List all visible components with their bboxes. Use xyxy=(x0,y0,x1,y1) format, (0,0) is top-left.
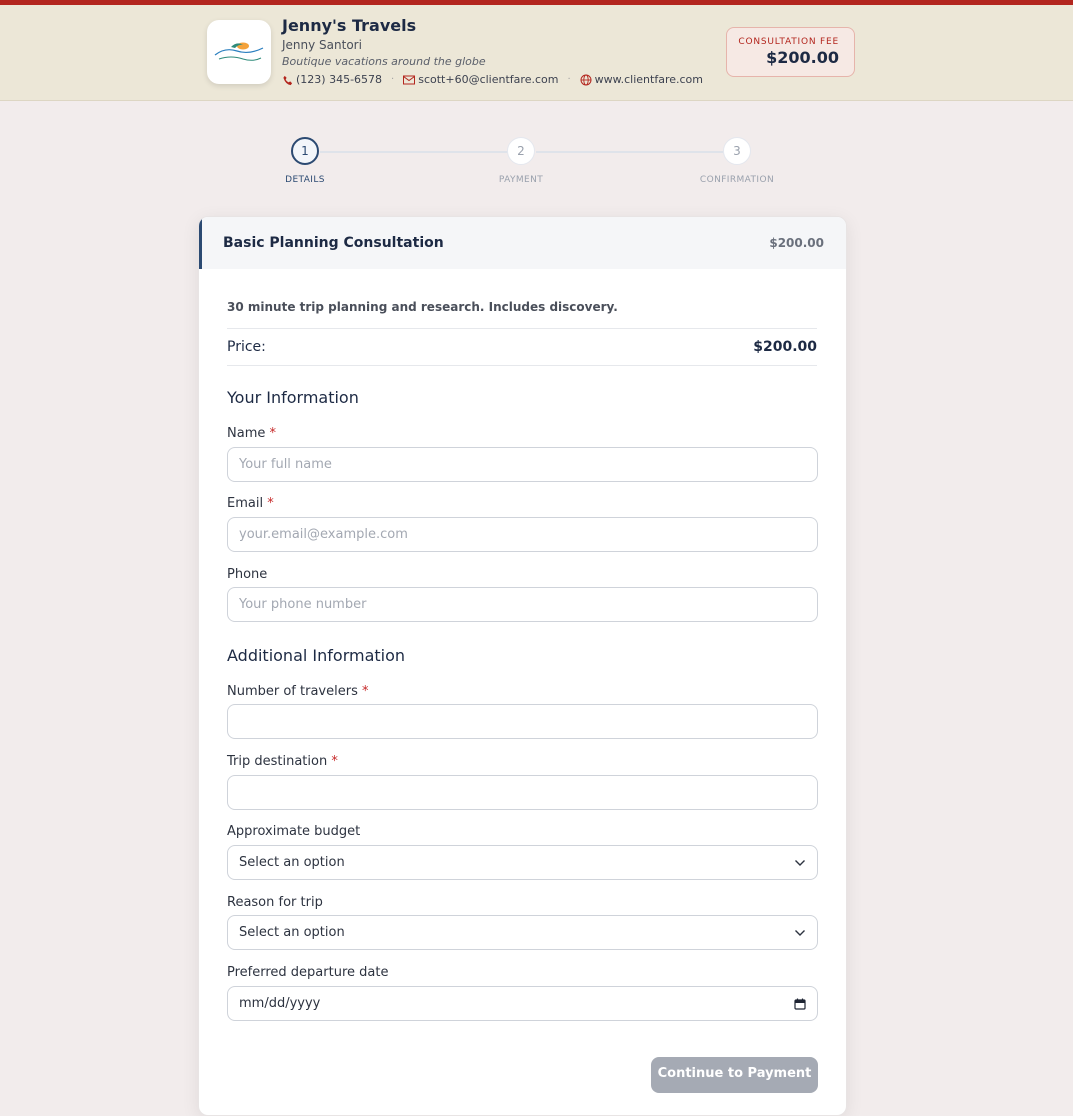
required-marker: * xyxy=(267,496,274,511)
email-input[interactable] xyxy=(227,517,818,552)
business-name: Jenny's Travels xyxy=(282,16,417,35)
step-number: 3 xyxy=(723,137,751,165)
step-label: CONFIRMATION xyxy=(699,175,775,185)
additional-information-heading: Additional Information xyxy=(227,646,406,665)
service-description: 30 minute trip planning and research. In… xyxy=(227,300,618,314)
budget-select[interactable]: Select an option xyxy=(227,845,818,880)
business-tagline: Boutique vacations around the globe xyxy=(282,55,486,68)
contact-row: (123) 345-6578 · scott+60@clientfare.com… xyxy=(282,73,703,87)
continue-to-payment-button[interactable]: Continue to Payment xyxy=(651,1057,818,1093)
reason-select[interactable]: Select an option xyxy=(227,915,818,950)
required-marker: * xyxy=(269,426,277,441)
budget-label: Approximate budget xyxy=(227,824,361,839)
destination-label: Trip destination * xyxy=(227,754,338,769)
chevron-down-icon xyxy=(795,859,805,866)
name-input[interactable] xyxy=(227,447,818,482)
travelers-label: Number of travelers * xyxy=(227,684,369,699)
step-details: 1 DETAILS xyxy=(255,137,355,185)
fee-value: $200.00 xyxy=(766,48,839,67)
step-confirmation: 3 CONFIRMATION xyxy=(687,137,787,185)
checkout-stepper: 1 DETAILS 2 PAYMENT 3 CONFIRMATION xyxy=(0,137,1073,197)
destination-input[interactable] xyxy=(227,775,818,810)
separator-dot: · xyxy=(567,74,571,85)
logo-graphic xyxy=(214,42,264,61)
calendar-icon[interactable] xyxy=(794,998,806,1010)
service-title: Basic Planning Consultation xyxy=(223,235,444,251)
business-logo xyxy=(207,20,271,84)
business-info: Jenny's Travels Jenny Santori Boutique v… xyxy=(282,16,703,87)
your-information-heading: Your Information xyxy=(227,388,359,407)
date-placeholder: mm/dd/yyyy xyxy=(239,996,321,1011)
email-label: Email * xyxy=(227,496,274,511)
phone-label: Phone xyxy=(227,567,268,582)
step-number: 1 xyxy=(291,137,319,165)
phone-contact[interactable]: (123) 345-6578 xyxy=(282,73,382,87)
website-text: www.clientfare.com xyxy=(594,73,703,86)
fee-label: CONSULTATION FEE xyxy=(738,37,839,47)
reason-select-value: Select an option xyxy=(239,925,345,940)
budget-select-value: Select an option xyxy=(239,855,345,870)
departure-date-input[interactable]: mm/dd/yyyy xyxy=(227,986,818,1021)
phone-icon xyxy=(283,75,293,85)
mail-icon xyxy=(403,75,416,85)
travelers-input[interactable] xyxy=(227,704,818,739)
business-owner: Jenny Santori xyxy=(282,38,362,52)
price-value: $200.00 xyxy=(753,339,817,355)
price-label: Price: xyxy=(227,339,266,355)
required-marker: * xyxy=(331,754,338,769)
booking-form-card: Basic Planning Consultation $200.00 30 m… xyxy=(198,216,847,1116)
step-number: 2 xyxy=(507,137,535,165)
separator-dot: · xyxy=(391,74,395,85)
step-payment: 2 PAYMENT xyxy=(471,137,571,185)
email-text: scott+60@clientfare.com xyxy=(418,73,559,86)
name-label: Name * xyxy=(227,426,277,441)
service-header: Basic Planning Consultation $200.00 xyxy=(199,217,846,269)
step-label: DETAILS xyxy=(285,175,325,185)
required-marker: * xyxy=(362,684,369,699)
step-label: PAYMENT xyxy=(498,175,544,185)
website-contact[interactable]: www.clientfare.com xyxy=(580,73,703,87)
email-contact[interactable]: scott+60@clientfare.com xyxy=(403,73,558,87)
reason-label: Reason for trip xyxy=(227,895,323,910)
service-header-price: $200.00 xyxy=(769,236,824,250)
departure-date-label: Preferred departure date xyxy=(227,965,389,980)
globe-icon xyxy=(580,74,592,86)
chevron-down-icon xyxy=(795,929,805,936)
consultation-fee-card: CONSULTATION FEE $200.00 xyxy=(726,27,855,77)
phone-text: (123) 345-6578 xyxy=(296,73,383,86)
phone-input[interactable] xyxy=(227,587,818,622)
business-header: Jenny's Travels Jenny Santori Boutique v… xyxy=(0,5,1073,101)
price-row: Price: $200.00 xyxy=(227,328,817,366)
